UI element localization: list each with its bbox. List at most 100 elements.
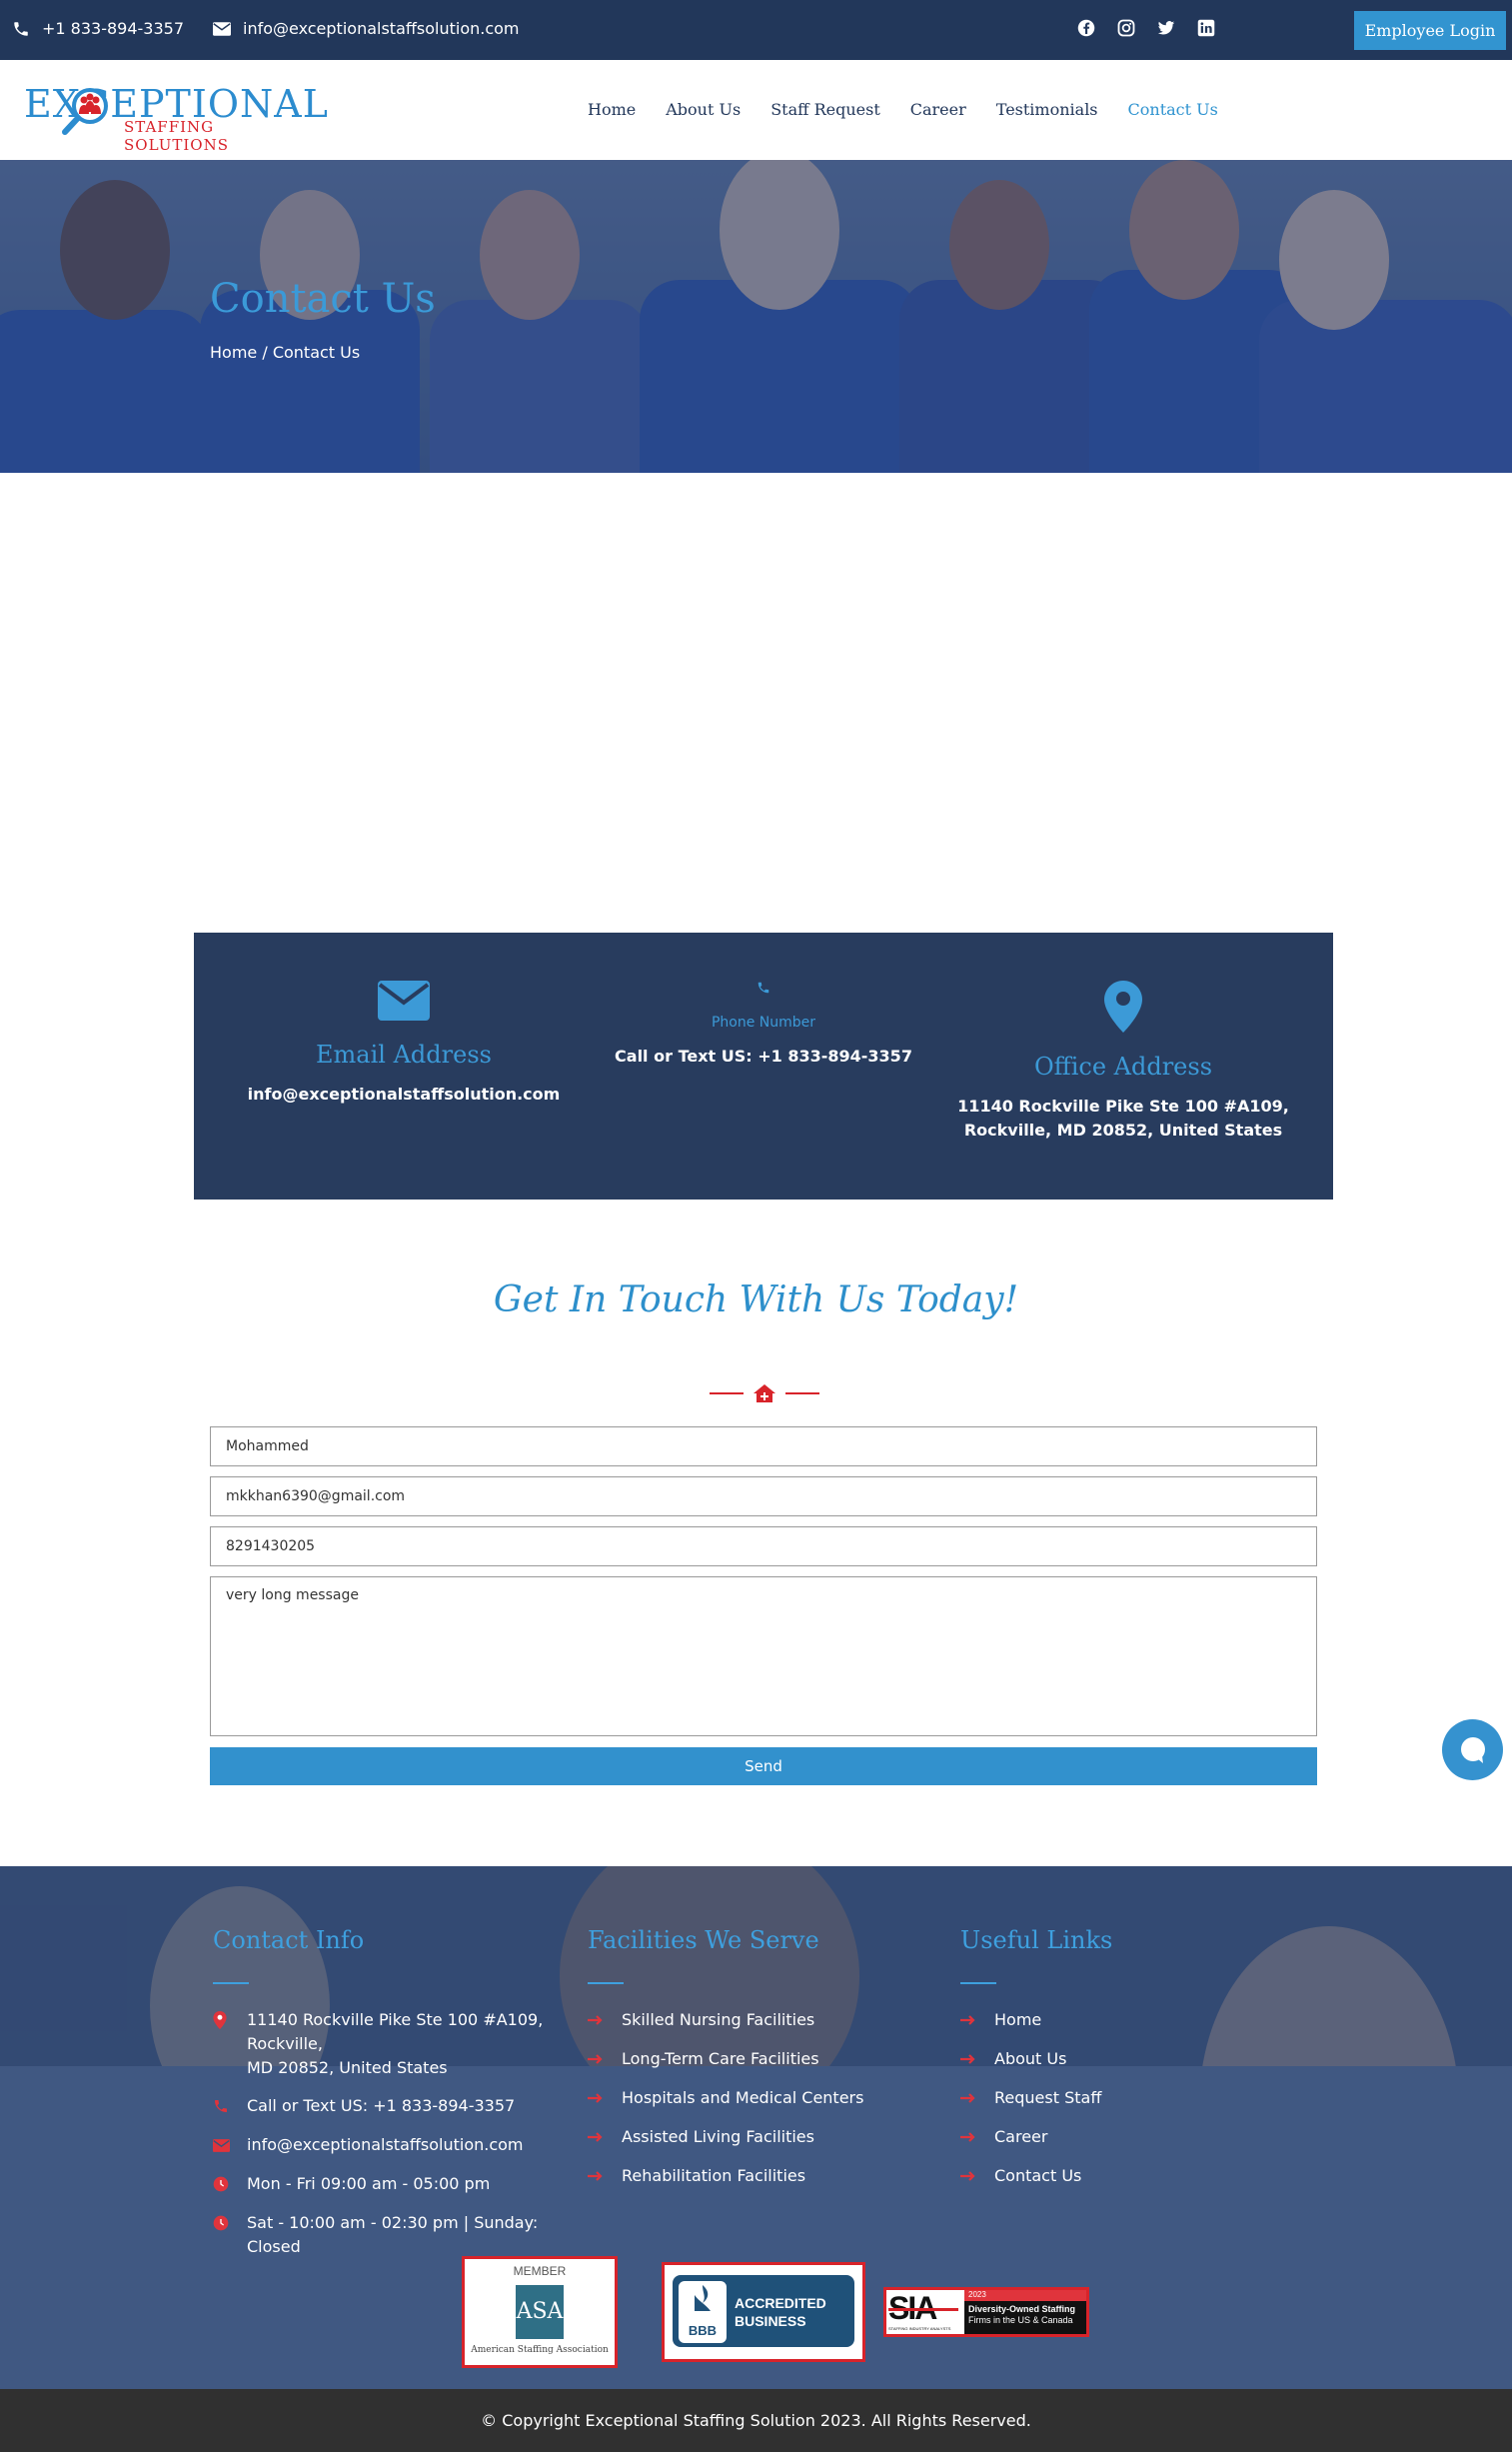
- bbb-text-line2: BUSINESS: [735, 2313, 806, 2329]
- footer-hours-weekend: Sat - 10:00 am - 02:30 pm | Sunday: Clos…: [213, 2211, 583, 2259]
- facebook-icon[interactable]: [1077, 19, 1095, 37]
- main-navbar: EXCEPTIONAL STAFFING SOLUTIONS Home Abou…: [0, 60, 1512, 160]
- hero-banner: Contact Us Home / Contact Us: [0, 160, 1512, 473]
- facility-item: Long-Term Care Facilities: [588, 2047, 947, 2071]
- phone-field[interactable]: 8291430205: [210, 1526, 1317, 1566]
- office-address-value: 11140 Rockville Pike Ste 100 #A109, Rock…: [933, 1095, 1313, 1143]
- arrow-right-icon: [960, 2047, 978, 2071]
- arrow-right-icon: [588, 2086, 606, 2110]
- asa-logo: ASA: [516, 2285, 564, 2339]
- facility-label: Hospitals and Medical Centers: [622, 2088, 864, 2107]
- facility-label: Rehabilitation Facilities: [622, 2166, 806, 2185]
- home-divider-icon: [710, 1384, 819, 1402]
- facility-item: Rehabilitation Facilities: [588, 2164, 947, 2188]
- employee-login-button[interactable]: Employee Login: [1354, 11, 1506, 50]
- sia-text-line1: Diversity-Owned Staffing: [968, 2304, 1076, 2314]
- nav-item-career[interactable]: Career: [910, 100, 966, 119]
- footer-phone-text: Call or Text US: +1 833-894-3357: [247, 2096, 516, 2115]
- top-bar: +1 833-894-3357 info@exceptionalstaffsol…: [0, 0, 1512, 60]
- torch-icon: [695, 2285, 711, 2311]
- contact-info-box: Email Address info@exceptionalstaffsolut…: [194, 933, 1333, 1200]
- footer-phone[interactable]: Call or Text US: +1 833-894-3357: [213, 2094, 583, 2118]
- email-address-value[interactable]: info@exceptionalstaffsolution.com: [214, 1083, 594, 1107]
- footer-email-text: info@exceptionalstaffsolution.com: [247, 2135, 524, 2154]
- footer-facilities: Facilities We Serve Skilled Nursing Faci…: [588, 1926, 947, 2188]
- footer-link-career[interactable]: Career: [960, 2125, 1260, 2149]
- nav-item-testimonials[interactable]: Testimonials: [996, 100, 1098, 119]
- nav-item-home[interactable]: Home: [588, 100, 636, 119]
- arrow-right-icon: [960, 2008, 978, 2032]
- facility-label: Skilled Nursing Facilities: [622, 2010, 815, 2029]
- send-button[interactable]: Send: [210, 1747, 1317, 1785]
- topbar-email[interactable]: info@exceptionalstaffsolution.com: [213, 19, 520, 38]
- phone-number-title: Phone Number: [711, 1015, 816, 1031]
- linkedin-icon[interactable]: [1197, 19, 1215, 37]
- message-textarea[interactable]: very long message: [210, 1576, 1317, 1736]
- facility-label: Long-Term Care Facilities: [622, 2049, 819, 2068]
- sia-text-line2: Firms in the US & Canada: [968, 2315, 1073, 2325]
- sia-text-panel: 2023 Diversity-Owned Staffing Firms in t…: [964, 2290, 1086, 2334]
- phone-number-card: Phone Number Call or Text US: +1 833-894…: [574, 933, 953, 1200]
- office-address-line2: Rockville, MD 20852, United States: [963, 1121, 1283, 1140]
- footer-link-label: Home: [994, 2010, 1042, 2029]
- twitter-icon[interactable]: [1157, 19, 1175, 37]
- arrow-right-icon: [960, 2125, 978, 2149]
- footer-address: 11140 Rockville Pike Ste 100 #A109, Rock…: [213, 2008, 583, 2080]
- chat-widget-button[interactable]: [1442, 1719, 1503, 1780]
- topbar-phone[interactable]: +1 833-894-3357: [12, 19, 184, 38]
- email-address-card: Email Address info@exceptionalstaffsolut…: [214, 933, 594, 1200]
- company-logo[interactable]: EXCEPTIONAL STAFFING SOLUTIONS: [24, 82, 328, 154]
- footer-title-underline: [213, 1982, 249, 1984]
- asa-member-badge[interactable]: MEMBER ASA American Staffing Association: [462, 2256, 618, 2368]
- envelope-icon: [378, 981, 430, 1021]
- page-title: Contact Us: [210, 276, 436, 322]
- nav-item-staff-request[interactable]: Staff Request: [770, 100, 880, 119]
- footer-contact-info: Contact Info 11140 Rockville Pike Ste 10…: [213, 1926, 583, 2259]
- footer-link-home[interactable]: Home: [960, 2008, 1260, 2032]
- footer-link-label: Request Staff: [994, 2088, 1102, 2107]
- footer-link-contact-us[interactable]: Contact Us: [960, 2164, 1260, 2188]
- envelope-icon: [213, 2138, 230, 2152]
- footer-hours1-text: Mon - Fri 09:00 am - 05:00 pm: [247, 2174, 491, 2193]
- asa-caption: American Staffing Association: [471, 2345, 609, 2355]
- arrow-right-icon: [960, 2086, 978, 2110]
- topbar-email-text: info@exceptionalstaffsolution.com: [243, 19, 520, 38]
- envelope-icon: [213, 21, 231, 36]
- bbb-accredited-badge[interactable]: BBB ACCREDITED BUSINESS: [662, 2262, 865, 2362]
- phone-number-value[interactable]: Call or Text US: +1 833-894-3357: [574, 1045, 953, 1069]
- sia-diversity-badge[interactable]: SIA STAFFING INDUSTRY ANALYSTS 2023 Dive…: [883, 2287, 1089, 2337]
- footer-address-line1: 11140 Rockville Pike Ste 100 #A109, Rock…: [247, 2010, 544, 2053]
- social-links: [1077, 19, 1215, 37]
- footer-hours-weekday: Mon - Fri 09:00 am - 05:00 pm: [213, 2172, 583, 2196]
- arrow-right-icon: [588, 2008, 606, 2032]
- phone-icon: [14, 21, 28, 36]
- office-address-card: Office Address 11140 Rockville Pike Ste …: [933, 933, 1313, 1200]
- facility-item: Hospitals and Medical Centers: [588, 2086, 947, 2110]
- facility-label: Assisted Living Facilities: [622, 2127, 814, 2146]
- footer-email[interactable]: info@exceptionalstaffsolution.com: [213, 2133, 583, 2157]
- breadcrumb[interactable]: Home / Contact Us: [210, 343, 360, 362]
- office-address-title: Office Address: [1033, 1053, 1213, 1081]
- footer-facilities-title: Facilities We Serve: [588, 1926, 819, 1954]
- facility-item: Skilled Nursing Facilities: [588, 2008, 947, 2032]
- nav-item-about-us[interactable]: About Us: [666, 100, 741, 119]
- arrow-right-icon: [588, 2164, 606, 2188]
- instagram-icon[interactable]: [1117, 19, 1135, 37]
- bbb-logo-text: BBB: [688, 2323, 718, 2338]
- bbb-text-line1: ACCREDITED: [735, 2295, 826, 2311]
- bbb-inner: BBB ACCREDITED BUSINESS: [673, 2275, 854, 2347]
- nav-item-contact-us[interactable]: Contact Us: [1128, 100, 1218, 119]
- arrow-right-icon: [588, 2125, 606, 2149]
- footer-link-request-staff[interactable]: Request Staff: [960, 2086, 1260, 2110]
- footer-useful-links: Useful Links Home About Us Request Staff…: [960, 1926, 1260, 2188]
- nav-menu: Home About Us Staff Request Career Testi…: [588, 100, 1218, 119]
- copyright-bar: © Copyright Exceptional Staffing Solutio…: [0, 2389, 1512, 2452]
- name-field[interactable]: Mohammed: [210, 1426, 1317, 1466]
- clock-icon: [213, 2215, 229, 2231]
- topbar-phone-text: +1 833-894-3357: [42, 19, 185, 38]
- footer-link-about-us[interactable]: About Us: [960, 2047, 1260, 2071]
- footer-link-label: Career: [994, 2127, 1048, 2146]
- phone-icon: [215, 2100, 227, 2112]
- email-field[interactable]: mkkhan6390@gmail.com: [210, 1476, 1317, 1516]
- sia-logo-strike: [888, 2308, 958, 2311]
